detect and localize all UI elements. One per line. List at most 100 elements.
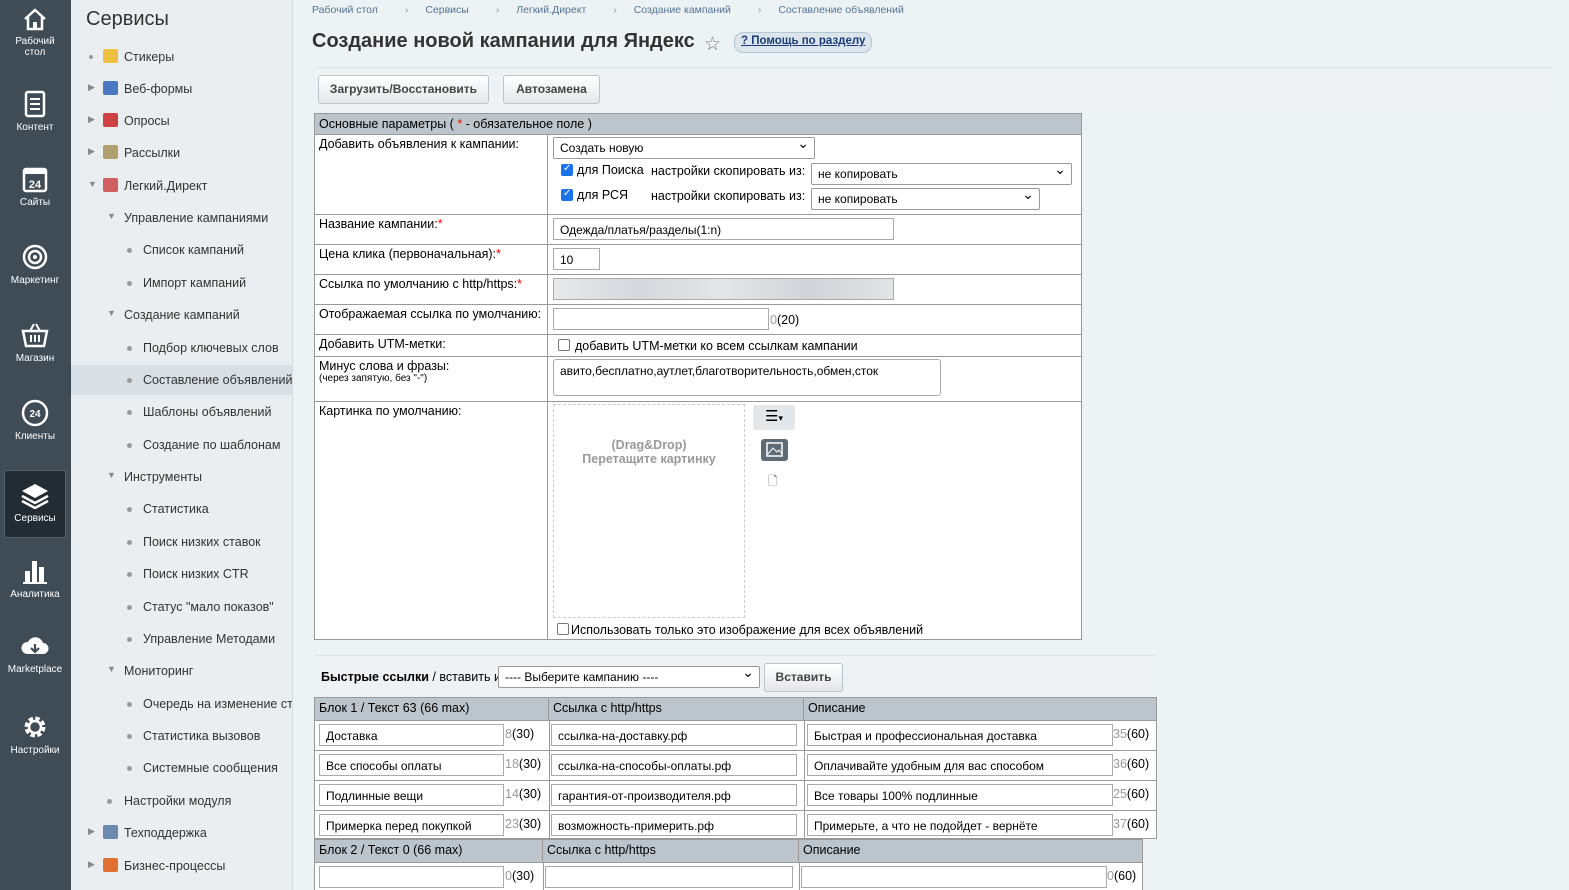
quick-link-desc-input[interactable] [801,866,1107,888]
expand-right-icon[interactable]: ▶ [88,82,95,93]
quick-link-url-input[interactable]: возможность-примерить.рф [551,814,797,836]
autoreplace-button[interactable]: Автозамена [503,75,600,104]
quick-links-title: Быстрые ссылки / вставить из [321,670,507,684]
sidebar-item[interactable]: Статус "мало показов" [71,592,292,622]
quick-link-text-input[interactable] [319,866,504,888]
load-restore-button[interactable]: Загрузить/Восстановить [318,75,489,104]
insert-button[interactable]: Вставить [764,663,843,692]
bullet-icon[interactable] [89,55,93,59]
help-label: Помощь по разделу [751,35,866,47]
expand-right-icon[interactable]: ▶ [88,826,95,837]
sidebar-item[interactable]: ▼ Легкий.Директ [71,171,292,201]
file-icon[interactable]: 🗋 [768,472,778,493]
quick-link-url-input[interactable]: гарантия-от-производителя.рф [551,784,797,806]
quick-link-desc-input[interactable]: Быстрая и профессиональная доставка [807,724,1113,746]
sidebar-item[interactable]: Подбор ключевых слов [71,333,292,363]
default-link-input[interactable] [553,278,894,300]
cloud-download-icon [21,637,49,654]
quick-link-desc-input[interactable]: Все товары 100% подлинные [807,784,1113,806]
sidebar-item[interactable]: Импорт кампаний [71,268,292,298]
nav-services[interactable]: Сервисы [4,470,66,538]
image-dropzone[interactable]: (Drag&Drop) Перетащите картинку [553,404,745,618]
rsya-copy-select[interactable]: не копировать [811,186,1040,210]
breadcrumb-item[interactable]: Сервисы [425,4,469,16]
bullet-icon [127,572,132,577]
quick-link-text-input[interactable]: Подлинные вещи [319,784,504,806]
quick-link-url-input[interactable]: ссылка-на-способы-оплаты.рф [551,754,797,776]
sidebar-item[interactable]: Составление объявлений [71,365,292,395]
expand-down-icon[interactable]: ▼ [107,470,116,480]
quick-link-desc-input[interactable]: Примерьте, а что не подойдет - вернёте [807,814,1113,836]
sidebar-item[interactable]: ▼ Мониторинг [71,656,292,686]
rsya-checkbox[interactable] [561,188,573,201]
bullet-icon [127,605,132,610]
campaign-select[interactable]: Создать новую [553,135,815,159]
nav-desktop[interactable]: Рабочий стол [4,6,66,76]
minus-words-textarea[interactable]: авито,бесплатно,аутлет,благотворительнос… [553,359,941,396]
sidebar-item[interactable]: Шаблоны объявлений [71,397,292,427]
sidebar-item[interactable]: Поиск низких ставок [71,527,292,557]
image-menu-button[interactable]: ☰▾ [753,405,795,430]
text-counter: 0(30) [505,869,535,883]
sidebar-item[interactable]: Статистика вызовов [71,721,292,751]
quick-link-text-input[interactable]: Все способы оплаты [319,754,504,776]
utm-checkbox[interactable] [558,339,570,351]
quick-link-text-input[interactable]: Доставка [319,724,504,746]
module-icon [103,49,118,63]
breadcrumb-item[interactable]: Рабочий стол [312,4,378,16]
quick-link-text-input[interactable]: Примерка перед покупкой [319,814,504,836]
breadcrumb-item[interactable]: Составление объявлений [778,4,904,16]
only-image-checkbox[interactable] [557,623,569,635]
nav-marketplace[interactable]: Marketplace [4,634,66,704]
quick-link-url-input[interactable]: ссылка-на-доставку.рф [551,724,797,746]
search-copy-select[interactable]: не копировать [811,161,1072,185]
sidebar-item[interactable]: Очередь на изменение ставок [71,689,292,719]
expand-right-icon[interactable]: ▶ [88,114,95,125]
quick-link-desc-input[interactable]: Оплачивайте удобным для вас способом [807,754,1113,776]
sidebar-item[interactable]: ▶ Бизнес-процессы [71,851,292,881]
expand-down-icon[interactable]: ▼ [88,179,97,189]
campaign-name-input[interactable]: Одежда/платья/разделы(1:n) [553,218,894,240]
sidebar-item[interactable]: ▶ Техподдержка [71,818,292,848]
sidebar-item[interactable]: ▼ Инструменты [71,462,292,492]
sidebar-item[interactable]: ▶ Опросы [71,106,292,136]
breadcrumb-item[interactable]: Легкий.Директ [516,4,586,16]
sidebar-item-label: Создание кампаний [124,308,240,322]
sidebar-item[interactable]: Системные сообщения [71,753,292,783]
expand-down-icon[interactable]: ▼ [107,211,116,221]
favorite-star-icon[interactable]: ☆ [704,33,721,56]
sidebar-item-label: Шаблоны объявлений [143,405,272,419]
sidebar-item[interactable]: Поиск низких CTR [71,559,292,589]
quick-campaign-select[interactable]: ---- Выберите кампанию ---- [498,664,760,688]
nav-content[interactable]: Контент [4,90,66,160]
sidebar-item[interactable]: Управление Методами [71,624,292,654]
sidebar-item[interactable]: ▶ Рассылки [71,138,292,168]
image-upload-button[interactable] [761,439,788,461]
nav-settings[interactable]: Настройки [4,713,66,783]
sidebar-item[interactable]: Создание по шаблонам [71,430,292,460]
click-price-input[interactable]: 10 [553,248,600,270]
sidebar-item[interactable]: Стикеры [71,42,292,72]
nav-analytics[interactable]: Аналитика [4,557,66,627]
nav-clients[interactable]: 24 Клиенты [4,399,66,469]
expand-right-icon[interactable]: ▶ [88,146,95,157]
expand-down-icon[interactable]: ▼ [107,308,116,318]
search-checkbox[interactable] [561,163,573,176]
nav-shop[interactable]: Магазин [4,321,66,391]
sidebar-item[interactable]: Список кампаний [71,235,292,265]
sidebar-item[interactable]: Настройки модуля [71,786,292,816]
sidebar-item[interactable]: ▼ Создание кампаний [71,300,292,330]
sidebar-item[interactable]: ▼ Управление кампаниями [71,203,292,233]
nav-analytics-label: Аналитика [10,589,60,600]
breadcrumb-separator: › [757,4,762,16]
help-link[interactable]: ? Помощь по разделу [734,32,873,53]
expand-right-icon[interactable]: ▶ [88,859,95,870]
breadcrumb-item[interactable]: Создание кампаний [634,4,731,16]
nav-sites[interactable]: 24 Сайты [4,165,66,235]
quick-link-url-input[interactable] [545,866,793,888]
expand-down-icon[interactable]: ▼ [107,664,116,674]
sidebar-item[interactable]: Статистика [71,494,292,524]
sidebar-item[interactable]: ▶ Веб-формы [71,74,292,104]
display-link-input[interactable] [553,308,769,330]
nav-marketing[interactable]: Маркетинг [4,243,66,313]
